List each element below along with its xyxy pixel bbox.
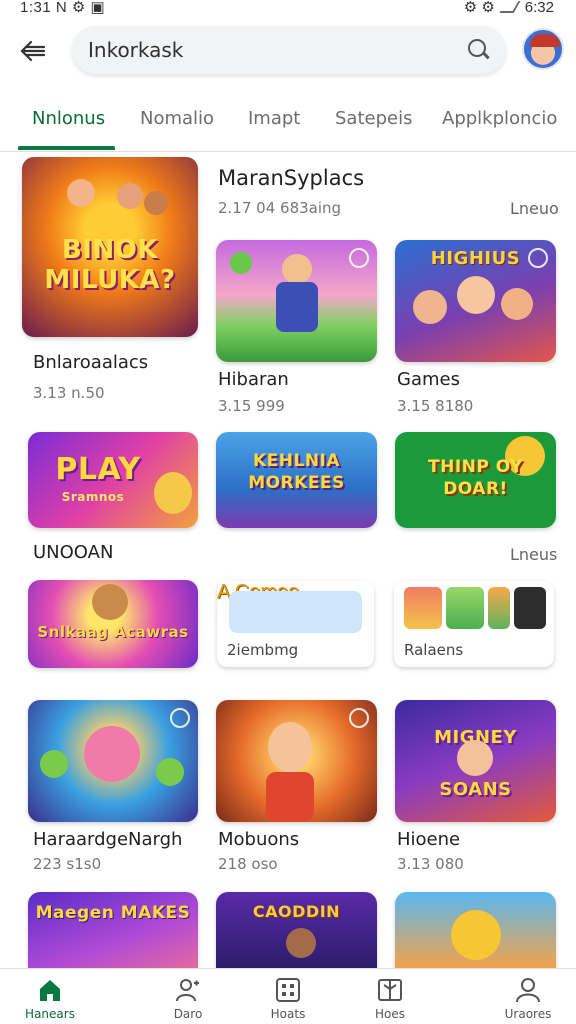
- tile-meta-hibaran: 3.15 999: [218, 397, 285, 415]
- tile-label-hioene: Hioene: [397, 829, 461, 850]
- back-arrow-icon[interactable]: [18, 36, 48, 66]
- tab-2[interactable]: Nomalio: [140, 108, 214, 129]
- bottom-nav: Hanears Daro Hoats Hoes Uraores: [0, 968, 576, 1024]
- book-icon: [377, 977, 403, 1003]
- tab-indicator: [18, 146, 115, 150]
- card-ralaens[interactable]: Ralaens: [394, 581, 554, 667]
- tile-meta-games: 3.15 8180: [397, 397, 474, 415]
- tile-art-title: KEHLNIA MORKEES: [248, 451, 345, 493]
- search-bar[interactable]: Inkorkask: [72, 26, 506, 74]
- search-icon[interactable]: [468, 39, 490, 61]
- tile-label-haraardge: HaraardgeNargh: [33, 829, 183, 850]
- tile-art-title: CAODDIN: [252, 902, 341, 921]
- card-label: Ralaens: [404, 641, 464, 659]
- tile-meta-hioene: 3.13 080: [397, 855, 464, 873]
- tile-label-mobuons: Mobuons: [218, 829, 300, 850]
- profile-avatar[interactable]: [522, 28, 564, 70]
- game-tile-mobuons[interactable]: [216, 700, 377, 822]
- section2-more-link[interactable]: Lneus: [510, 545, 557, 564]
- nav-item-hoes[interactable]: Hoes: [340, 977, 440, 1021]
- game-tile-caoddin[interactable]: CAODDIN: [216, 892, 377, 968]
- section-subtitle: 2.17 04 683aing: [218, 199, 342, 217]
- nav-item-hoats[interactable]: Hoats: [238, 977, 338, 1021]
- nav-item-daro[interactable]: Daro: [138, 977, 238, 1021]
- nav-item-home[interactable]: Hanears: [0, 977, 100, 1021]
- tile-art-title: THINP OY DOAR!: [428, 457, 523, 499]
- nav-item-uraores[interactable]: Uraores: [478, 977, 576, 1021]
- tile-badge-icon: [349, 708, 369, 728]
- game-tile-hibaran[interactable]: [216, 240, 377, 362]
- tile-art-title: Snlkaag Acawras: [37, 623, 189, 641]
- game-tile-snlkaag[interactable]: Snlkaag Acawras: [28, 580, 198, 668]
- section2-title: UNOOAN: [33, 542, 114, 563]
- featured-game-tile[interactable]: BINOK MILUKA?: [22, 157, 198, 337]
- home-icon: [37, 977, 63, 1003]
- people-icon: [175, 977, 201, 1003]
- status-icons: ⚙ ⚙: [463, 0, 495, 16]
- tile-badge-icon: [170, 708, 190, 728]
- game-tile-maegen[interactable]: Maegen MAKES: [28, 892, 198, 968]
- search-input[interactable]: Inkorkask: [88, 38, 468, 62]
- tab-5[interactable]: Applkploncio: [442, 108, 557, 129]
- game-tile-hioene[interactable]: MIGNEY SOANS: [395, 700, 556, 822]
- tile-meta-haraardge: 223 s1s0: [33, 855, 102, 873]
- featured-label: Bnlaroaalacs: [33, 352, 149, 373]
- tile-badge-icon: [349, 248, 369, 268]
- tab-3[interactable]: Imapt: [248, 108, 300, 129]
- signal-icon: [499, 1, 521, 13]
- section-title: MaranSyplacs: [218, 166, 365, 190]
- grid-icon: [275, 977, 301, 1003]
- status-time: 1:31 N ⚙ ▣: [20, 0, 106, 16]
- game-tile-kehlnia[interactable]: KEHLNIA MORKEES: [216, 432, 377, 528]
- status-clock: 6:32: [524, 0, 554, 16]
- card-label: 2iembmg: [227, 641, 299, 659]
- featured-art-title: BINOK MILUKA?: [44, 235, 176, 295]
- status-bar: 1:31 N ⚙ ▣ ⚙ ⚙ 6:32: [0, 0, 576, 18]
- game-tile-thinp[interactable]: THINP OY DOAR!: [395, 432, 556, 528]
- tile-meta-mobuons: 218 oso: [218, 855, 278, 873]
- tile-art-title: Maegen MAKES: [35, 903, 191, 923]
- tab-1[interactable]: Nnlonus: [32, 108, 105, 129]
- game-tile-sunny[interactable]: [395, 892, 556, 968]
- tile-label-hibaran: Hibaran: [218, 369, 289, 390]
- card-comee[interactable]: A Comee 2iembmg: [217, 581, 374, 667]
- tile-label-games: Games: [397, 369, 460, 390]
- tile-badge-icon: [528, 248, 548, 268]
- featured-meta: 3.13 n.50: [33, 384, 105, 402]
- section-more-link[interactable]: Lneuo: [510, 199, 559, 218]
- game-tile-play[interactable]: PLAY Sramnos: [28, 432, 198, 528]
- person-icon: [515, 977, 541, 1003]
- game-tile-games[interactable]: HIGHIUS: [395, 240, 556, 362]
- tab-4[interactable]: Satepeis: [335, 108, 412, 129]
- tab-bar: Nnlonus Nomalio Imapt Satepeis Applkplon…: [0, 96, 576, 152]
- game-tile-haraardge[interactable]: [28, 700, 198, 822]
